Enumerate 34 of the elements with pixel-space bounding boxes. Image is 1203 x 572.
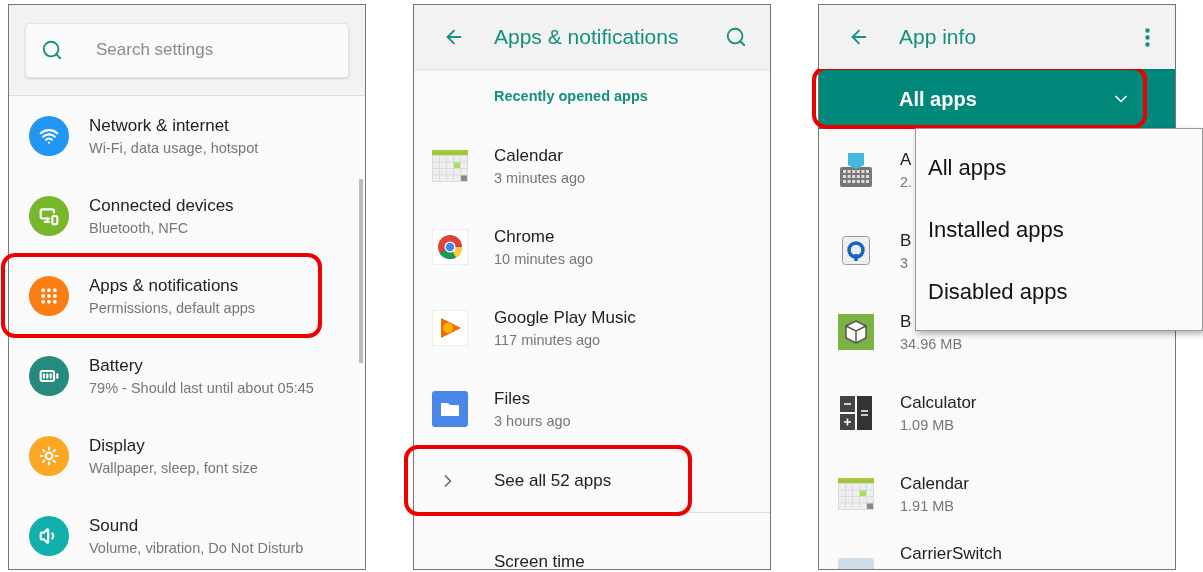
item-subtitle: Permissions, default apps [89,299,256,318]
app-name: B [900,310,913,333]
app-name: B [900,229,912,252]
app-name: Calculator [900,391,977,414]
item-title: Connected devices [89,195,234,217]
screen-title: Apps & notifications [494,24,680,51]
app-time: 117 minutes ago [494,330,602,350]
app-name: Files [494,387,531,410]
app-size: 2. [900,172,913,192]
app-size: 1.09 MB [900,415,955,435]
app-name: A [900,148,913,171]
app-time: 3 hours ago [494,411,571,431]
app-name: Google Play Music [494,306,636,329]
item-title: Sound [89,515,140,537]
app-name: Calendar [900,472,969,495]
app-size: 34.96 MB [900,334,963,354]
app-size: 1.91 MB [900,496,955,516]
item-title: Display [89,435,146,457]
item-title: Battery [89,355,144,377]
app-name: Chrome [494,225,556,248]
item-title: Network & internet [89,115,230,137]
item-subtitle: Wallpaper, sleep, font size [89,459,258,478]
item-title: Apps & notifications [89,275,240,297]
app-name: Calendar [494,144,564,167]
item-subtitle: Wi-Fi, data usage, hotspot [89,139,259,158]
app-time: 10 minutes ago [494,249,594,269]
item-subtitle: 79% - Should last until about 05:45 [89,379,314,398]
app-time: 3 minutes ago [494,168,586,188]
item-subtitle: Bluetooth, NFC [89,219,190,238]
screen-title: App info [899,24,978,51]
item-subtitle: Volume, vibration, Do Not Disturb [89,539,304,558]
app-size: 3 [900,253,910,273]
section-header: Recently opened apps [494,87,648,107]
app-name: CarrierSwitch [900,543,1003,565]
